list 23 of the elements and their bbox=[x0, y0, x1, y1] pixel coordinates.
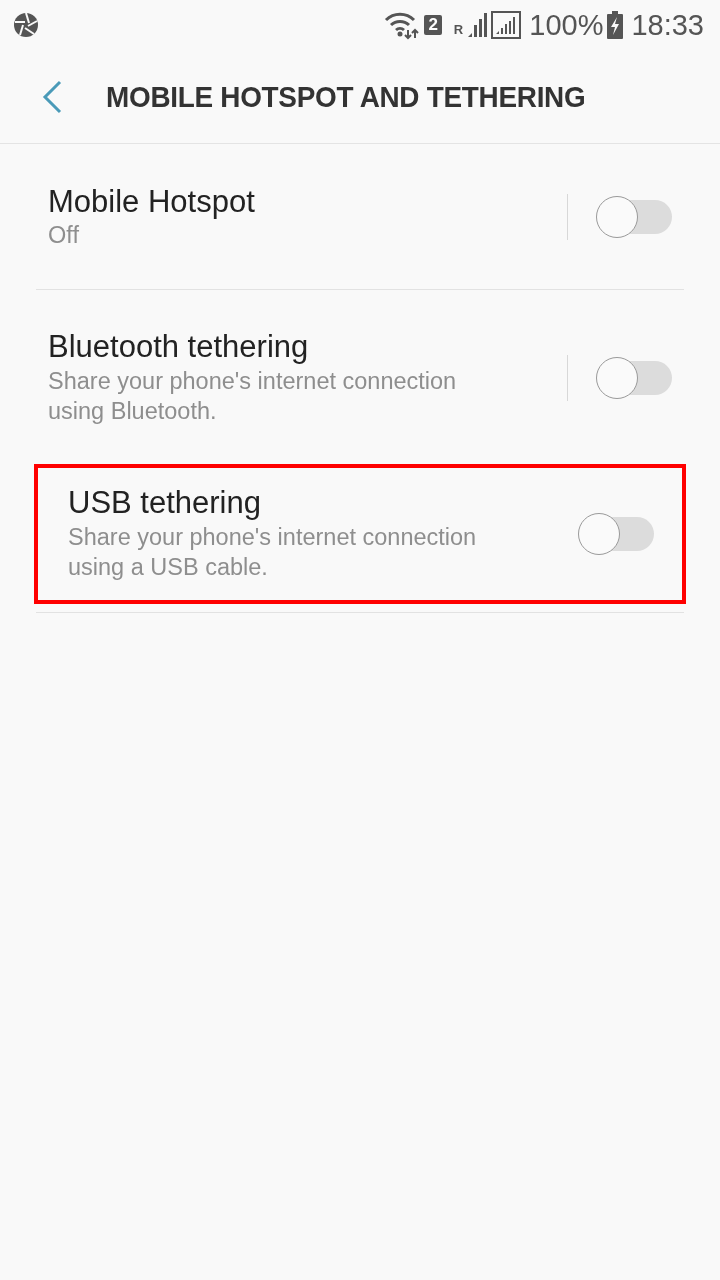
clock: 18:33 bbox=[631, 10, 704, 40]
signal-icon bbox=[491, 11, 522, 39]
roaming-indicator: R bbox=[453, 21, 464, 39]
camera-shutter-icon bbox=[12, 11, 40, 39]
setting-description: Off bbox=[48, 220, 80, 250]
setting-title: USB tethering bbox=[68, 484, 262, 522]
signal-icon bbox=[467, 12, 488, 38]
highlighted-setting-row[interactable]: USB tethering Share your phone's internet connection using a USB cable. bbox=[36, 466, 684, 602]
battery-percent: 100% bbox=[529, 10, 604, 40]
setting-description: Share your phone's internet connection using a USB cable. bbox=[68, 522, 478, 583]
setting-description: Share your phone's internet connection using Bluetooth. bbox=[48, 366, 458, 427]
screen-title: MOBILE HOTSPOT AND TETHERING bbox=[106, 79, 586, 115]
setting-row[interactable]: Mobile Hotspot Off bbox=[36, 144, 684, 290]
back-button[interactable] bbox=[40, 78, 64, 115]
battery-charging-icon bbox=[607, 11, 624, 39]
sim-badge: 2 bbox=[424, 14, 442, 36]
setting-title: Mobile Hotspot bbox=[48, 182, 256, 220]
setting-row[interactable]: Bluetooth tethering Share your phone's internet connection using Bluetooth. bbox=[36, 290, 684, 466]
wifi-icon bbox=[384, 10, 421, 40]
setting-title: Bluetooth tethering bbox=[48, 328, 310, 366]
toggle-switch[interactable] bbox=[596, 195, 672, 238]
toggle-switch[interactable] bbox=[596, 356, 672, 399]
toggle-switch[interactable] bbox=[578, 512, 654, 555]
